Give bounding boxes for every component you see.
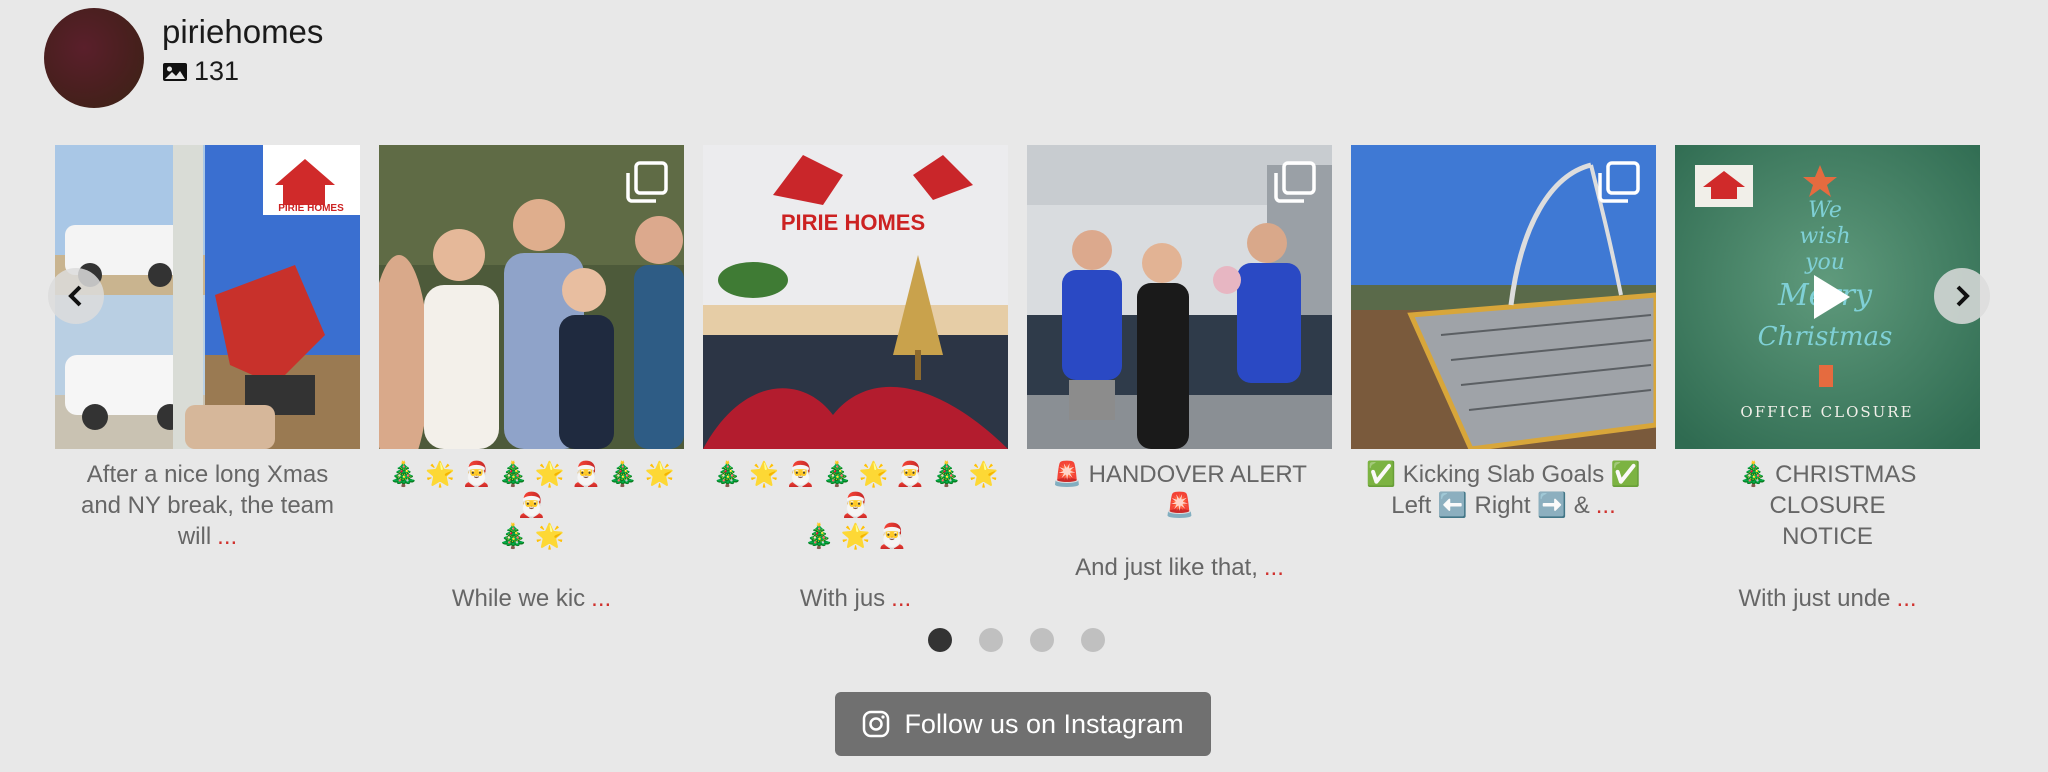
caption-text: While we kic bbox=[451, 585, 586, 612]
follow-instagram-button[interactable]: Follow us on Instagram bbox=[835, 692, 1211, 756]
chevron-right-icon bbox=[1956, 285, 1970, 307]
post-thumbnail[interactable] bbox=[379, 145, 684, 449]
pagination-dot[interactable] bbox=[1030, 628, 1054, 652]
brand-logo-text: PIRIE HOMES bbox=[278, 203, 344, 214]
multi-image-icon bbox=[626, 161, 668, 203]
carousel-next-button[interactable] bbox=[1934, 268, 1990, 324]
avatar[interactable] bbox=[44, 8, 144, 108]
caption-line: 🎄 🌟 🎅 bbox=[804, 523, 907, 550]
xmas-line: wish bbox=[1799, 224, 1850, 249]
read-more-link[interactable]: ... bbox=[891, 585, 911, 612]
caption-line bbox=[387, 552, 676, 583]
multi-image-icon bbox=[1598, 161, 1640, 203]
caption-text: will bbox=[177, 523, 212, 550]
caption-line: will... bbox=[63, 521, 352, 552]
play-icon[interactable] bbox=[1798, 267, 1858, 327]
post-carousel: PIRIE HOMES After a nice long Xmas and N… bbox=[55, 145, 1985, 612]
username[interactable]: piriehomes bbox=[162, 12, 323, 52]
image-icon bbox=[163, 62, 187, 81]
caption-text: With jus bbox=[799, 585, 886, 612]
caption-text: And just like that, bbox=[1075, 554, 1258, 581]
caption-line bbox=[711, 552, 1000, 583]
caption-line: ✅ Kicking Slab Goals ✅ bbox=[1366, 461, 1641, 488]
caption-line: 🚨 HANDOVER ALERT 🚨 bbox=[1052, 461, 1307, 519]
pagination-dot[interactable] bbox=[928, 628, 952, 652]
post-card[interactable]: PIRIE HOMES 🎄 🌟 🎅 🎄 🌟 🎅 🎄 🌟 🎅 🎄 🌟 🎅 With… bbox=[703, 145, 1008, 614]
read-more-link[interactable]: ... bbox=[1264, 554, 1284, 581]
follow-button-label: Follow us on Instagram bbox=[904, 708, 1184, 739]
instagram-icon bbox=[863, 710, 890, 738]
caption-text: With just unde bbox=[1738, 585, 1891, 612]
post-count-value: 131 bbox=[194, 56, 240, 86]
caption-line: and NY break, the team bbox=[80, 492, 335, 519]
post-card[interactable]: 🎄 🌟 🎅 🎄 🌟 🎅 🎄 🌟 🎅 🎄 🌟 While we kic... bbox=[379, 145, 684, 614]
caption-line: Left ⬅️ Right ➡️ &... bbox=[1359, 490, 1648, 521]
post-caption[interactable]: 🎄 🌟 🎅 🎄 🌟 🎅 🎄 🌟 🎅 🎄 🌟 While we kic... bbox=[379, 459, 684, 614]
caption-line: After a nice long Xmas bbox=[86, 461, 329, 488]
caption-line: While we kic... bbox=[387, 583, 676, 614]
caption-line bbox=[1683, 552, 1972, 583]
carousel-prev-button[interactable] bbox=[48, 268, 104, 324]
post-thumbnail[interactable] bbox=[1027, 145, 1332, 449]
post-caption[interactable]: 🎄 CHRISTMAS CLOSURE NOTICE With just und… bbox=[1675, 459, 1980, 614]
post-card[interactable]: We wish you Merry Christmas OFFICE CLOSU… bbox=[1675, 145, 1980, 614]
caption-text: Left ⬅️ Right ➡️ & bbox=[1391, 492, 1590, 519]
pagination-dots bbox=[928, 628, 1105, 652]
post-card[interactable]: PIRIE HOMES After a nice long Xmas and N… bbox=[55, 145, 360, 552]
post-caption[interactable]: After a nice long Xmas and NY break, the… bbox=[55, 459, 360, 552]
post-thumbnail[interactable]: PIRIE HOMES bbox=[703, 145, 1008, 449]
post-count: 131 bbox=[162, 56, 323, 87]
chevron-left-icon bbox=[68, 285, 82, 307]
read-more-link[interactable]: ... bbox=[1596, 492, 1616, 519]
profile-header: piriehomes 131 bbox=[44, 8, 323, 108]
caption-line: 🎄 🌟 🎅 🎄 🌟 🎅 🎄 🌟 🎅 bbox=[388, 461, 675, 519]
pagination-dot[interactable] bbox=[1081, 628, 1105, 652]
caption-line: 🎄 🌟 🎅 🎄 🌟 🎅 🎄 🌟 🎅 bbox=[712, 461, 999, 519]
post-card[interactable]: ✅ Kicking Slab Goals ✅ Left ⬅️ Right ➡️ … bbox=[1351, 145, 1656, 521]
caption-line bbox=[1035, 521, 1324, 552]
caption-line: 🎄 🌟 bbox=[498, 523, 565, 550]
read-more-link[interactable]: ... bbox=[217, 523, 237, 550]
caption-line: With jus... bbox=[711, 583, 1000, 614]
post-thumbnail[interactable] bbox=[1351, 145, 1656, 449]
post-photo-office-tree: PIRIE HOMES bbox=[703, 145, 1008, 449]
sign-text: PIRIE HOMES bbox=[781, 210, 925, 235]
office-closure-text: OFFICE CLOSURE bbox=[1740, 403, 1913, 421]
post-card[interactable]: 🚨 HANDOVER ALERT 🚨 And just like that,..… bbox=[1027, 145, 1332, 583]
pagination-dot[interactable] bbox=[979, 628, 1003, 652]
post-caption[interactable]: 🚨 HANDOVER ALERT 🚨 And just like that,..… bbox=[1027, 459, 1332, 583]
multi-image-icon bbox=[1274, 161, 1316, 203]
read-more-link[interactable]: ... bbox=[591, 585, 611, 612]
post-caption[interactable]: 🎄 🌟 🎅 🎄 🌟 🎅 🎄 🌟 🎅 🎄 🌟 🎅 With jus... bbox=[703, 459, 1008, 614]
xmas-line: We bbox=[1808, 198, 1842, 223]
caption-line: 🎄 CHRISTMAS CLOSURE bbox=[1738, 461, 1917, 519]
caption-line: With just unde... bbox=[1683, 583, 1972, 614]
caption-line: NOTICE bbox=[1782, 523, 1873, 550]
post-caption[interactable]: ✅ Kicking Slab Goals ✅ Left ⬅️ Right ➡️ … bbox=[1351, 459, 1656, 521]
caption-line: And just like that,... bbox=[1035, 552, 1324, 583]
profile-meta: piriehomes 131 bbox=[162, 12, 323, 87]
read-more-link[interactable]: ... bbox=[1897, 585, 1917, 612]
